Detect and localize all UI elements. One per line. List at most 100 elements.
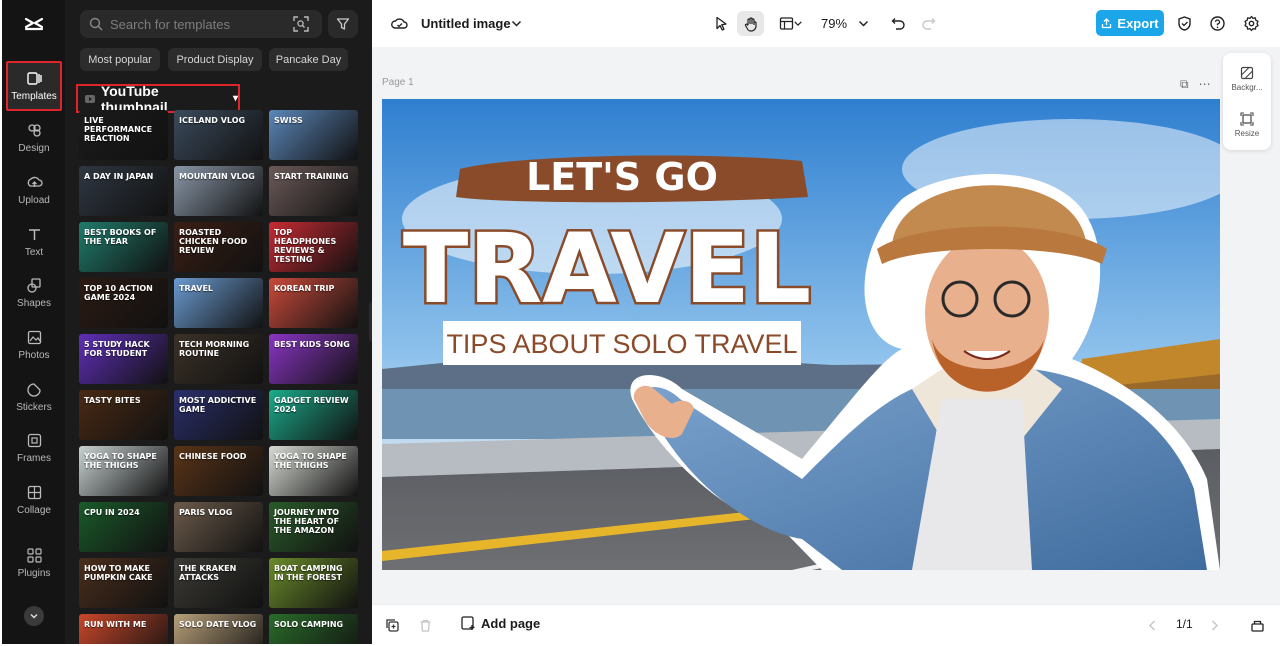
template-thumbnail[interactable]: CPU IN 2024 [79, 502, 168, 552]
sidebar-item-shapes[interactable]: Shapes [6, 268, 62, 318]
sidebar-item-label: Text [24, 247, 44, 258]
sidebar-item-collage[interactable]: Collage [6, 475, 62, 525]
filter-button[interactable] [328, 10, 358, 38]
template-thumbnail[interactable]: CHINESE FOOD [174, 446, 263, 496]
delete-page-button[interactable] [416, 616, 434, 634]
template-thumbnail[interactable]: YOGA TO SHAPE THE THIGHS [79, 446, 168, 496]
template-thumbnail[interactable]: MOUNTAIN VLOG [174, 166, 263, 216]
image-search-icon[interactable] [292, 15, 310, 33]
settings-button[interactable] [1240, 12, 1262, 34]
sidebar-item-plugins[interactable]: Plugins [6, 538, 62, 588]
sidebar-item-label: Templates [11, 91, 57, 102]
template-thumbnail-title: THE KRAKEN ATTACKS [179, 564, 237, 582]
collage-icon [27, 485, 41, 500]
template-thumbnail-title: JOURNEY INTO THE HEART OF THE AMAZON [274, 508, 340, 535]
duplicate-page-button[interactable] [383, 616, 401, 634]
template-thumbnail[interactable]: START TRAINING [269, 166, 358, 216]
template-thumbnail[interactable]: TOP HEADPHONES REVIEWS & TESTING [269, 222, 358, 272]
template-thumbnail[interactable]: YOGA TO SHAPE THE THIGHS [269, 446, 358, 496]
duplicate-page-icon[interactable]: ⧉ [1180, 77, 1189, 92]
collapse-button[interactable] [24, 606, 44, 626]
sidebar-item-label: Plugins [17, 568, 51, 579]
template-thumbnail[interactable]: HOW TO MAKE PUMPKIN CAKE [79, 558, 168, 608]
chip-product-display[interactable]: Product Display [168, 48, 262, 71]
template-thumbnail[interactable]: Iceland Vlog [174, 110, 263, 160]
template-thumbnail[interactable]: Tech Morning Routine [174, 334, 263, 384]
sidebar-item-text[interactable]: Text [6, 217, 62, 267]
template-thumbnail[interactable]: BOAT CAMPING IN THE FOREST [269, 558, 358, 608]
export-button[interactable]: Export [1096, 10, 1164, 36]
app-root: Templates Design Upload Text Shapes Phot… [0, 0, 1280, 646]
shield-button[interactable] [1173, 12, 1195, 34]
template-thumbnail-title: BOAT CAMPING IN THE FOREST [274, 564, 343, 582]
shield-icon [1177, 15, 1191, 31]
zoom-level[interactable]: 79% [821, 16, 847, 31]
select-tool-button[interactable] [710, 12, 732, 34]
template-thumbnail-title: BEST BOOKS of the year [84, 228, 157, 246]
template-thumbnail[interactable]: JOURNEY INTO THE HEART OF THE AMAZON [269, 502, 358, 552]
chip-pancake-day[interactable]: Pancake Day [269, 48, 348, 71]
undo-button[interactable] [887, 12, 909, 34]
template-thumbnail[interactable]: LIVE PERFORMANCE REACTION [79, 110, 168, 160]
template-thumbnail[interactable]: BEST BOOKS of the year [79, 222, 168, 272]
template-thumbnail[interactable]: ROASTED CHICKEN FOOD REVIEW [174, 222, 263, 272]
text-icon [28, 229, 40, 240]
help-button[interactable] [1206, 12, 1228, 34]
chip-most-popular[interactable]: Most popular [80, 48, 160, 71]
redo-button[interactable] [917, 12, 939, 34]
plugins-icon [26, 548, 42, 563]
template-thumbnail-title: START TRAINING [274, 172, 349, 181]
sidebar-item-label: Design [18, 143, 50, 154]
document-title[interactable]: Untitled image [421, 16, 511, 31]
template-thumbnail-title: GADGET REVIEW 2024 [274, 396, 349, 414]
sidebar-item-label: Frames [17, 453, 51, 464]
template-thumbnail-title: BEST KIDS SONG [274, 340, 350, 349]
template-thumbnail[interactable]: SWISS [269, 110, 358, 160]
hand-tool-button[interactable] [737, 11, 764, 36]
sidebar-item-design[interactable]: Design [6, 113, 62, 163]
add-page-button[interactable]: Add page [460, 615, 540, 631]
template-thumbnail[interactable]: TRAVEL [174, 278, 263, 328]
template-thumbnail[interactable]: BEST KIDS SONG [269, 334, 358, 384]
template-thumbnail[interactable]: Paris Vlog [174, 502, 263, 552]
title-menu-button[interactable] [505, 12, 527, 34]
sidebar-item-photos[interactable]: Photos [6, 320, 62, 370]
more-options-icon[interactable]: ⋯ [1199, 77, 1211, 92]
template-thumbnail[interactable]: SOLO CAMPING [269, 614, 358, 644]
side-tools-panel: Backgr... Resize [1223, 53, 1271, 150]
template-thumbnail-title: TOP 10 ACTION GAME 2024 [84, 284, 153, 302]
subline-text: TIPS ABOUT SOLO TRAVEL [446, 329, 797, 359]
background-tool[interactable]: Backgr... [1223, 57, 1271, 101]
cloud-save-button[interactable] [388, 12, 410, 34]
chevron-down-icon [858, 20, 868, 27]
layout-menu-button[interactable] [791, 12, 805, 34]
next-page-button[interactable] [1205, 616, 1223, 634]
help-icon [1209, 15, 1225, 31]
sidebar-item-label: Collage [17, 505, 51, 516]
template-thumbnail[interactable]: RUN WITH ME [79, 614, 168, 644]
template-thumbnail[interactable]: THE KRAKEN ATTACKS [174, 558, 263, 608]
previous-page-button[interactable] [1143, 616, 1161, 634]
template-thumbnail[interactable]: 5 STUDY HACK FOR STUDENT [79, 334, 168, 384]
pages-panel-button[interactable] [1248, 616, 1266, 634]
category-dropdown[interactable]: YouTube thumbnail ▾ [76, 83, 240, 115]
template-thumbnail[interactable]: TASTY BITES [79, 390, 168, 440]
sidebar-item-upload[interactable]: Upload [6, 165, 62, 215]
zoom-menu-button[interactable] [852, 12, 874, 34]
resize-tool[interactable]: Resize [1223, 103, 1271, 147]
chevron-down-icon [511, 20, 521, 27]
template-thumbnail[interactable]: A DAY IN JAPAN [79, 166, 168, 216]
template-thumbnail-title: MOST ADDICTIVE GAME [179, 396, 257, 414]
template-thumbnail[interactable]: Solo Date Vlog [174, 614, 263, 644]
template-thumbnail[interactable]: GADGET REVIEW 2024 [269, 390, 358, 440]
template-thumbnail[interactable]: KOREAN TRIP [269, 278, 358, 328]
design-canvas[interactable]: LET'S GO TRAVEL TIPS ABOUT SOLO TRAVEL [382, 99, 1220, 570]
template-thumbnail[interactable]: MOST ADDICTIVE GAME [174, 390, 263, 440]
sidebar-item-frames[interactable]: Frames [6, 423, 62, 473]
search-input[interactable]: Search for templates [80, 10, 322, 38]
template-thumbnail[interactable]: TOP 10 ACTION GAME 2024 [79, 278, 168, 328]
sidebar-item-templates[interactable]: Templates [6, 61, 62, 111]
sidebar-item-stickers[interactable]: Stickers [6, 372, 62, 422]
shapes-icon [26, 278, 41, 293]
page-label: Page 1 [382, 77, 414, 88]
